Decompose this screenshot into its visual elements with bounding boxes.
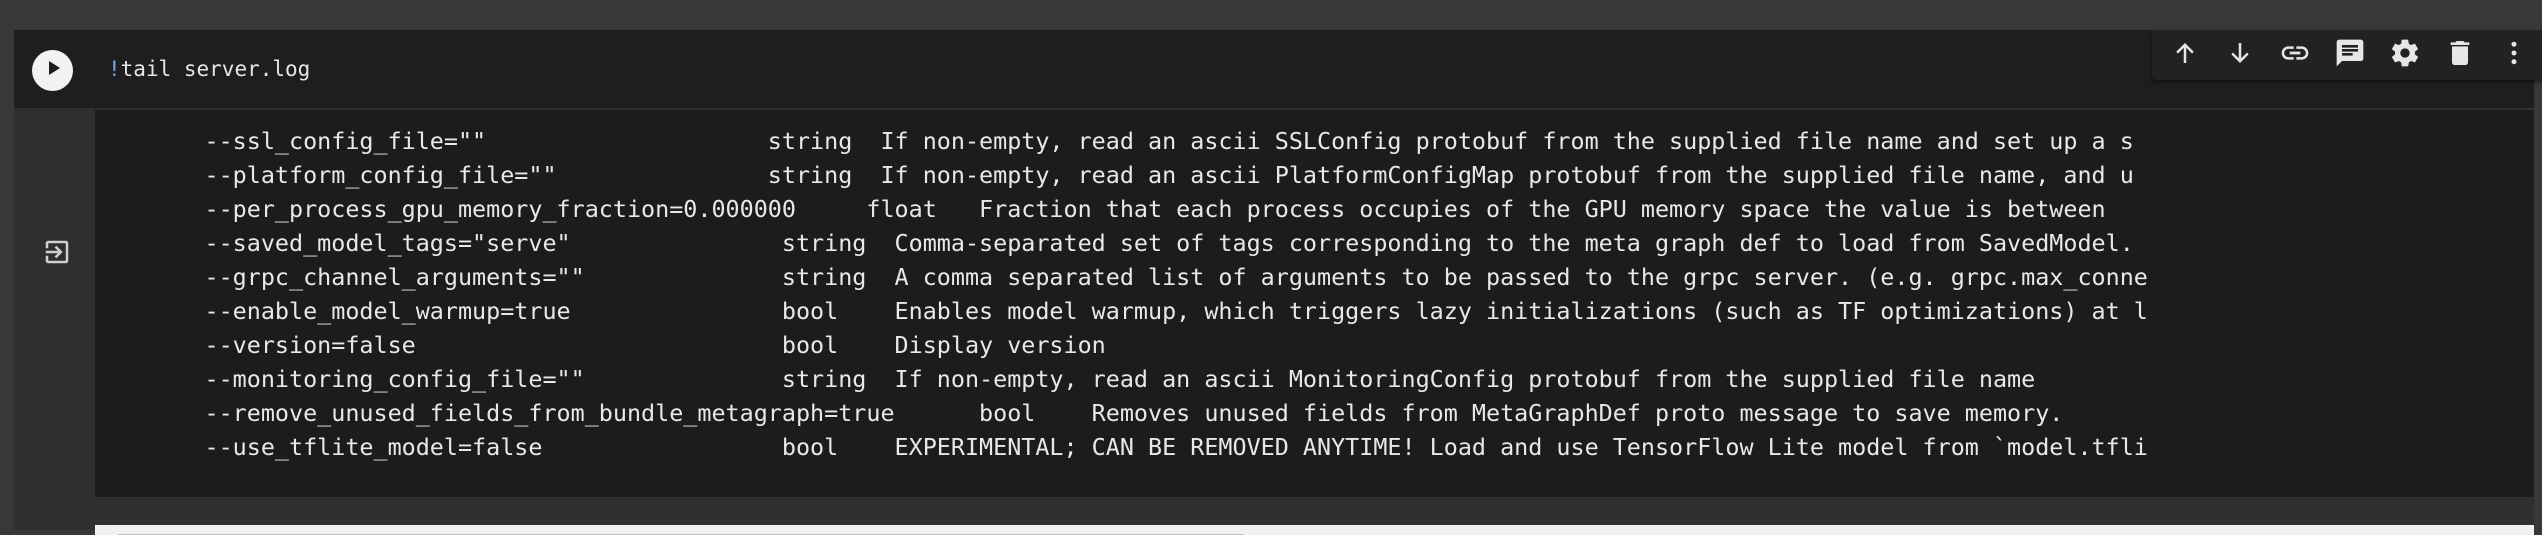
add-comment-button[interactable] bbox=[2328, 33, 2372, 77]
clear-output-button[interactable] bbox=[41, 238, 73, 270]
link-icon bbox=[2279, 37, 2311, 74]
output-line: --saved_model_tags="serve" string Comma-… bbox=[120, 229, 2134, 257]
output-line: --monitoring_config_file="" string If no… bbox=[120, 365, 2036, 393]
output-line: --ssl_config_file="" string If non-empty… bbox=[120, 127, 2134, 155]
link-to-cell-button[interactable] bbox=[2273, 33, 2317, 77]
play-icon bbox=[43, 58, 63, 83]
horizontal-scrollbar[interactable] bbox=[95, 525, 2534, 535]
gear-icon bbox=[2389, 37, 2421, 74]
output-exit-icon bbox=[42, 237, 72, 272]
move-cell-up-button[interactable] bbox=[2163, 33, 2207, 77]
cell-toolbar bbox=[2152, 30, 2542, 80]
arrow-down-icon bbox=[2225, 38, 2255, 73]
notebook-top-strip bbox=[0, 0, 2542, 30]
trash-icon bbox=[2444, 37, 2476, 74]
output-line: --remove_unused_fields_from_bundle_metag… bbox=[120, 399, 2064, 427]
comment-icon bbox=[2334, 37, 2366, 74]
output-text-panel[interactable]: --ssl_config_file="" string If non-empty… bbox=[95, 110, 2534, 497]
output-line: --grpc_channel_arguments="" string A com… bbox=[120, 263, 2148, 291]
shell-bang: ! bbox=[108, 57, 121, 81]
cell-settings-button[interactable] bbox=[2383, 33, 2427, 77]
output-line: --platform_config_file="" string If non-… bbox=[120, 161, 2134, 189]
delete-cell-button[interactable] bbox=[2438, 33, 2482, 77]
output-log: --ssl_config_file="" string If non-empty… bbox=[95, 124, 2148, 464]
more-actions-button[interactable] bbox=[2492, 33, 2536, 77]
output-line: --per_process_gpu_memory_fraction=0.0000… bbox=[120, 195, 2106, 223]
code-cell[interactable]: !tail server.log --ssl_config_file="" st… bbox=[14, 30, 2542, 535]
code-editor-text[interactable]: !tail server.log bbox=[108, 54, 310, 84]
output-line: --version=false bool Display version bbox=[120, 331, 1106, 359]
code-command: tail server.log bbox=[120, 57, 311, 81]
output-line: --enable_model_warmup=true bool Enables … bbox=[120, 297, 2148, 325]
more-vertical-icon bbox=[2499, 38, 2529, 73]
arrow-up-icon bbox=[2170, 38, 2200, 73]
move-cell-down-button[interactable] bbox=[2218, 33, 2262, 77]
run-cell-button[interactable] bbox=[32, 50, 73, 91]
output-line: --use_tflite_model=false bool EXPERIMENT… bbox=[120, 433, 2148, 461]
